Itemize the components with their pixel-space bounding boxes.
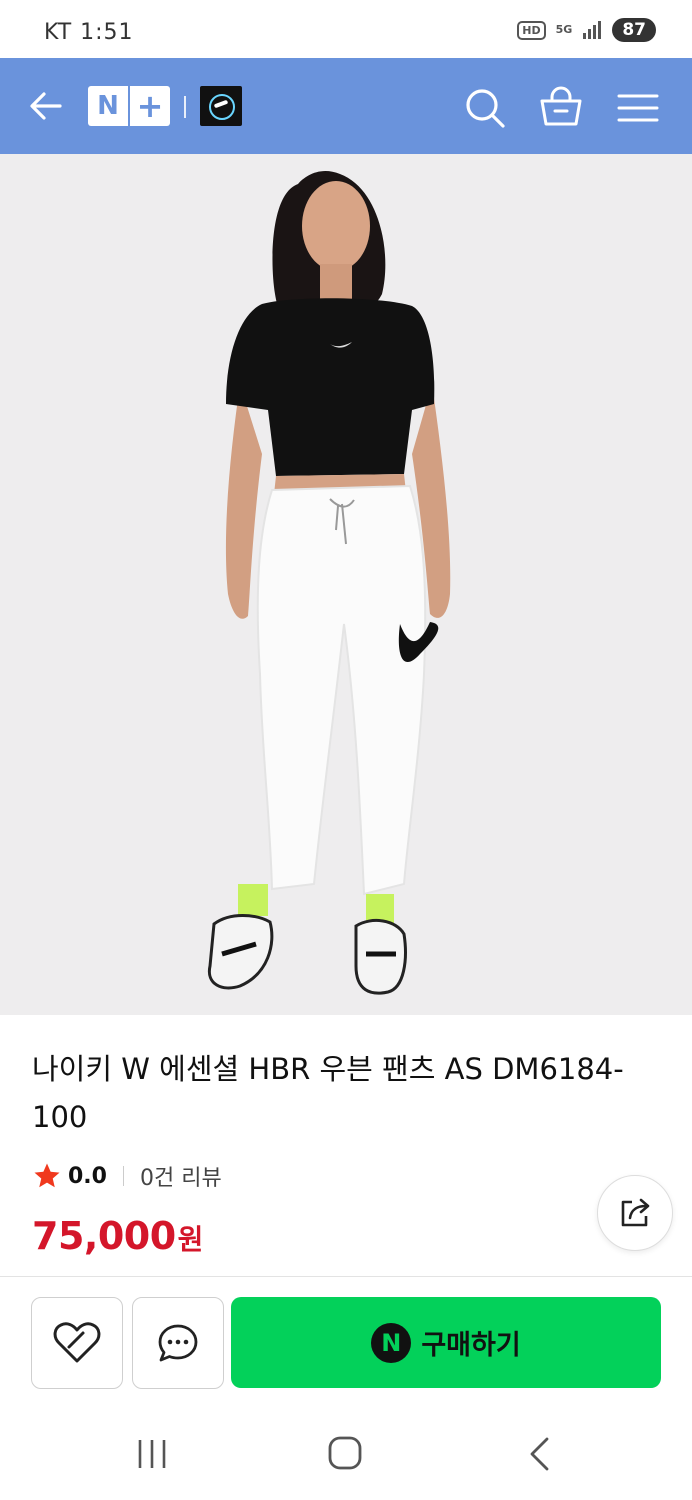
wishlist-button[interactable] <box>31 1297 123 1389</box>
price-row: 75,000 원 <box>32 1214 203 1258</box>
status-bar: KT 1:51 HD 5G 87 <box>0 0 692 58</box>
share-icon <box>621 1198 650 1227</box>
arrow-left-icon[interactable] <box>28 88 64 124</box>
store-logo[interactable] <box>200 86 242 126</box>
price-currency: 원 <box>177 1223 204 1256</box>
logo-plus: + <box>136 87 164 125</box>
price-value: 75,000 <box>32 1214 176 1258</box>
heart-icon <box>53 1322 101 1363</box>
recent-apps-icon[interactable] <box>134 1438 170 1470</box>
rating-row[interactable]: 0.0 0건 리뷰 <box>32 1158 222 1194</box>
rating-value: 0.0 <box>68 1163 107 1189</box>
hamburger-menu-icon[interactable] <box>616 88 660 128</box>
signal-icon <box>583 21 602 39</box>
status-icons: HD 5G 87 <box>517 18 656 42</box>
product-title: 나이키 W 에센셜 HBR 우븐 팬츠 AS DM6184-100 <box>32 1052 624 1134</box>
hd-voice-icon: HD <box>517 20 546 40</box>
npay-icon: N <box>371 1322 412 1363</box>
share-button[interactable] <box>597 1175 673 1251</box>
carrier-time: KT 1:51 <box>44 20 134 45</box>
network-5g-icon: 5G <box>555 23 573 36</box>
model-illustration <box>207 171 451 995</box>
buy-button[interactable]: N 구매하기 <box>231 1297 661 1388</box>
product-image[interactable] <box>0 154 692 1015</box>
battery-indicator: 87 <box>612 18 656 42</box>
naver-plus-store-logo[interactable]: N + <box>88 86 170 126</box>
store-logo-ring <box>209 94 235 120</box>
review-count[interactable]: 0건 리뷰 <box>140 1160 222 1192</box>
search-icon[interactable] <box>463 86 507 130</box>
home-icon[interactable] <box>327 1434 363 1472</box>
logo-divider <box>184 96 186 118</box>
top-header: N + <box>0 58 692 154</box>
chat-bubble-icon <box>158 1324 198 1362</box>
system-navigation-bar <box>0 1410 692 1500</box>
logo-n: N <box>88 86 130 126</box>
talk-talk-button[interactable] <box>132 1297 224 1389</box>
section-divider <box>0 1276 692 1277</box>
shopping-basket-icon[interactable] <box>538 84 584 130</box>
rating-separator <box>122 1166 124 1186</box>
buy-button-label: 구매하기 <box>421 1330 521 1361</box>
star-icon <box>34 1163 60 1188</box>
back-icon[interactable] <box>526 1436 552 1472</box>
